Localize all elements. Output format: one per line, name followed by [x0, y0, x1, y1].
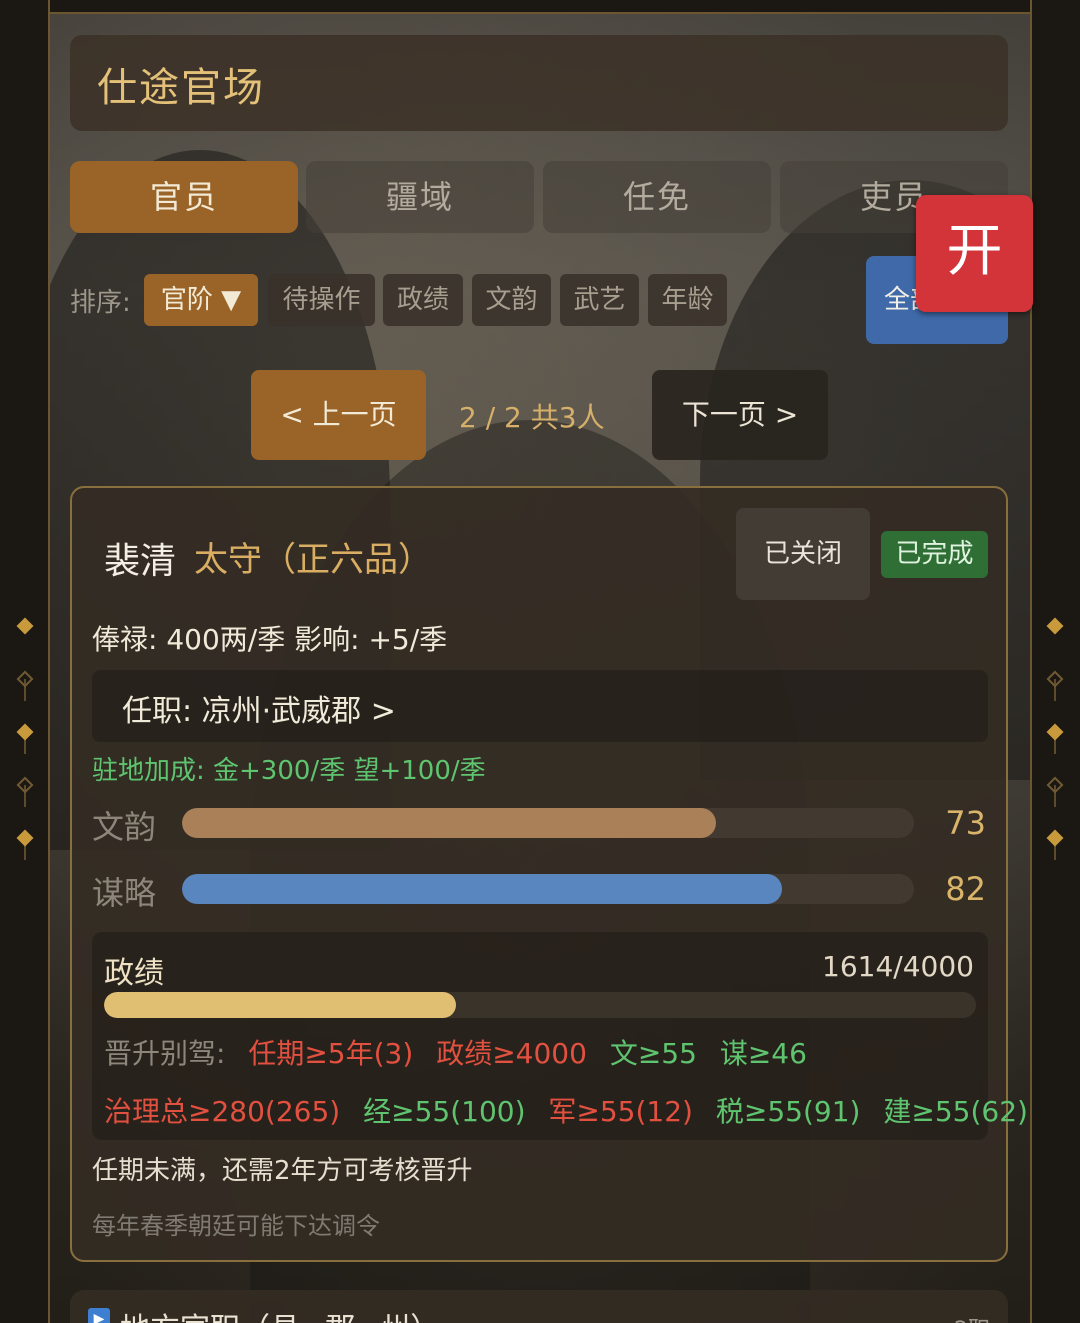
- sort-chip-martial[interactable]: 武艺: [560, 274, 639, 326]
- promotion-label: 晋升别驾:: [104, 1037, 226, 1070]
- ornament-diamond: [1046, 723, 1064, 741]
- court-note: 每年春季朝廷可能下达调令: [92, 1212, 380, 1240]
- local-posts-count: 2职: [954, 1312, 990, 1323]
- attr-fill-literary: [182, 808, 717, 838]
- salary-influence: 俸禄: 400两/季 影响: +5/季: [92, 623, 448, 656]
- sort-chip-age[interactable]: 年龄: [648, 274, 727, 326]
- post-row[interactable]: 任职: 凉州·武威郡 >: [92, 670, 988, 742]
- req-economy: 经≥55(100): [363, 1095, 526, 1128]
- play-icon: ▶: [88, 1308, 110, 1323]
- merit-label: 政绩: [104, 956, 164, 991]
- ornament-diamond: [1046, 776, 1064, 794]
- ornament-diamond: [16, 829, 34, 847]
- req-merit: 政绩≥4000: [436, 1037, 587, 1070]
- completed-badge: 已完成: [881, 531, 988, 578]
- req-military: 军≥55(12): [548, 1095, 693, 1128]
- post-bonus: 驻地加成: 金+300/季 望+100/季: [92, 756, 486, 786]
- attr-value-strategy: 82: [945, 870, 986, 908]
- closed-status-button[interactable]: 已关闭: [736, 508, 870, 600]
- official-rank: 太守（正六品）: [194, 540, 432, 580]
- tab-territory[interactable]: 疆域: [306, 161, 534, 233]
- ornament-diamond: [16, 670, 34, 688]
- req-strategy: 谋≥46: [719, 1037, 807, 1070]
- attr-label-literary: 文韵: [92, 808, 157, 846]
- req-literary: 文≥55: [609, 1037, 697, 1070]
- open-badge[interactable]: 开: [916, 195, 1033, 312]
- term-note: 任期未满，还需2年方可考核晋升: [92, 1156, 473, 1186]
- left-ornament: [15, 617, 35, 1070]
- merit-progress-fill: [104, 992, 456, 1018]
- ornament-diamond: [1046, 617, 1064, 635]
- official-name: 裴清: [104, 541, 177, 582]
- right-ornament: [1045, 617, 1065, 1070]
- prev-page-button[interactable]: < 上一页: [251, 370, 426, 460]
- sort-chip-merit[interactable]: 政绩: [383, 274, 463, 326]
- req-term: 任期≥5年(3): [248, 1037, 414, 1070]
- ornament-diamond: [16, 617, 34, 635]
- merit-count: 1614/4000: [822, 950, 974, 983]
- official-card: 裴清 太守（正六品） 已关闭 已完成 俸禄: 400两/季 影响: +5/季 任…: [70, 486, 1028, 1262]
- tab-appointment[interactable]: 任免: [543, 161, 771, 233]
- sort-dropdown-rank[interactable]: 官阶 ▼: [144, 274, 258, 326]
- req-governance: 治理总≥280(265): [104, 1095, 341, 1128]
- sort-chip-pending[interactable]: 待操作: [268, 274, 375, 326]
- ornament-diamond: [1046, 829, 1064, 847]
- sort-label: 排序:: [70, 288, 131, 318]
- local-posts-title: 地方官职（县→郡→州）: [120, 1304, 440, 1323]
- local-posts-section[interactable]: ▶ 地方官职（县→郡→州） 2职: [70, 1290, 1008, 1323]
- ornament-diamond: [16, 723, 34, 741]
- promotion-row-1: 晋升别驾: 任期≥5年(3) 政绩≥4000 文≥55 谋≥46: [104, 1032, 821, 1072]
- title-bar: 仕途官场: [70, 35, 1008, 131]
- attr-value-literary: 73: [945, 804, 986, 842]
- page-indicator: 2 / 2 共3人: [459, 401, 605, 434]
- ornament-diamond: [1046, 670, 1064, 688]
- merit-progress-bar: [104, 992, 976, 1018]
- page-title: 仕途官场: [97, 65, 265, 111]
- merit-panel: 政绩 1614/4000 晋升别驾: 任期≥5年(3) 政绩≥4000 文≥55…: [92, 932, 1028, 1140]
- ornament-diamond: [16, 776, 34, 794]
- req-construction: 建≥55(62): [883, 1095, 1028, 1128]
- attr-label-strategy: 谋略: [92, 874, 157, 912]
- post-location: 任职: 凉州·武威郡 >: [122, 694, 396, 729]
- tab-officials[interactable]: 官员: [70, 161, 298, 233]
- next-page-button[interactable]: 下一页 >: [652, 370, 828, 460]
- sort-chip-literary[interactable]: 文韵: [472, 274, 551, 326]
- attr-bar-strategy: [182, 874, 914, 904]
- promotion-row-2: 治理总≥280(265) 经≥55(100) 军≥55(12) 税≥55(91)…: [104, 1090, 1042, 1130]
- attr-bar-literary: [182, 808, 914, 838]
- req-tax: 税≥55(91): [715, 1095, 861, 1128]
- attr-fill-strategy: [182, 874, 783, 904]
